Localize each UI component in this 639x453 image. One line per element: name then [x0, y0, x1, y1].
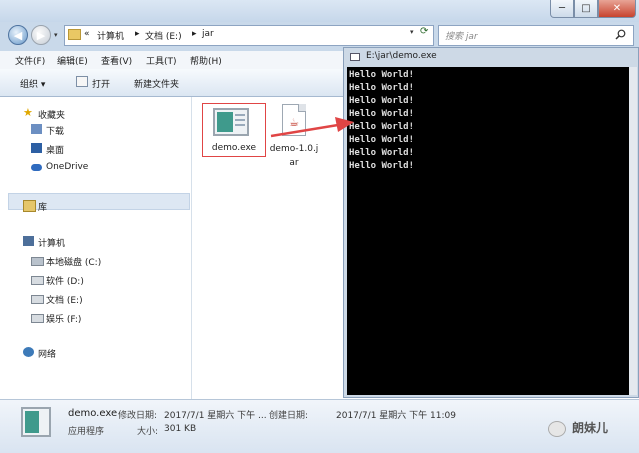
library-icon: [23, 200, 36, 212]
minimize-button[interactable]: ─: [550, 0, 574, 18]
sidebar-item-favorites[interactable]: ★ 收藏夹: [0, 106, 192, 121]
sidebar-item-libraries[interactable]: 库: [0, 198, 192, 213]
sidebar-item-label: 计算机: [38, 239, 66, 249]
file-name-line1: demo-1.0.j: [269, 144, 319, 154]
details-modified-label: 修改日期:: [118, 411, 158, 421]
sidebar-item-label: 娱乐 (F:): [46, 315, 82, 325]
maximize-button[interactable]: □: [574, 0, 598, 18]
jar-icon-fold: [298, 104, 306, 112]
breadcrumb-jar[interactable]: jar: [202, 29, 214, 39]
breadcrumb-separator[interactable]: ▸: [135, 29, 140, 39]
sidebar-item-drive-e[interactable]: 文档 (E:): [0, 291, 192, 306]
exe-icon-screen: [217, 112, 233, 132]
address-bar[interactable]: « 计算机 ▸ 文档 (E:) ▸ jar: [64, 25, 434, 46]
star-icon: ★: [23, 106, 33, 119]
sidebar-item-drive-d[interactable]: 软件 (D:): [0, 272, 192, 287]
sidebar-item-label: OneDrive: [46, 162, 89, 172]
sidebar-item-drive-c[interactable]: 本地磁盘 (C:): [0, 253, 192, 268]
sidebar-item-computer[interactable]: 计算机: [0, 234, 192, 249]
console-icon: [350, 53, 360, 61]
file-name: demo.exe: [211, 143, 257, 153]
search-input[interactable]: 搜索 jar: [438, 25, 634, 46]
details-file-name: demo.exe: [68, 408, 118, 419]
console-title: E:\jar\demo.exe: [366, 51, 437, 61]
desktop-icon: [31, 143, 42, 153]
computer-icon: [23, 236, 34, 246]
drive-icon: [31, 295, 44, 304]
annotation-arrow: [270, 117, 354, 138]
sidebar-item-downloads[interactable]: 下载: [0, 122, 192, 137]
sidebar-item-drive-f[interactable]: 娱乐 (F:): [0, 310, 192, 325]
menu-file[interactable]: 文件(F): [15, 54, 45, 67]
address-dropdown[interactable]: ▾: [410, 28, 414, 36]
back-button[interactable]: ◀: [8, 25, 28, 45]
details-modified-value: 2017/7/1 星期六 下午 ...: [164, 411, 267, 421]
sidebar-item-network[interactable]: 网络: [0, 345, 192, 360]
sidebar-item-label: 收藏夹: [38, 111, 66, 121]
console-scrollbar[interactable]: [629, 67, 637, 395]
drive-icon: [31, 276, 44, 285]
downloads-icon: [31, 124, 42, 134]
sidebar-item-label: 文档 (E:): [46, 296, 83, 306]
breadcrumb-separator[interactable]: ▸: [192, 29, 197, 39]
sidebar-item-onedrive[interactable]: OneDrive: [0, 160, 192, 175]
forward-button[interactable]: ▶: [31, 25, 51, 45]
sidebar-item-desktop[interactable]: 桌面: [0, 141, 192, 156]
menu-tools[interactable]: 工具(T): [146, 54, 177, 67]
sidebar-item-label: 桌面: [46, 146, 65, 156]
details-created-label: 创建日期:: [269, 411, 309, 421]
title-bar: [0, 0, 639, 22]
breadcrumb-computer[interactable]: 计算机: [97, 29, 124, 42]
cloud-icon: [31, 164, 42, 171]
search-placeholder: 搜索 jar: [445, 32, 478, 42]
file-item-demo-jar[interactable]: demo-1.0.j ar: [267, 142, 321, 170]
wechat-logo-icon: [548, 421, 566, 437]
sidebar-item-label: 下载: [46, 127, 65, 137]
sidebar-item-label: 库: [38, 203, 48, 213]
menu-view[interactable]: 查看(V): [101, 54, 132, 67]
recent-pages-dropdown[interactable]: ▾: [54, 31, 58, 39]
exe-icon-screen: [25, 411, 39, 433]
open-button[interactable]: 打开: [92, 77, 110, 90]
breadcrumb-drive-e[interactable]: 文档 (E:): [145, 29, 182, 42]
close-button[interactable]: ✕: [598, 0, 636, 18]
menu-edit[interactable]: 编辑(E): [57, 54, 88, 67]
folder-icon: [68, 29, 81, 40]
new-folder-button[interactable]: 新建文件夹: [134, 77, 179, 90]
sidebar-item-label: 网络: [38, 350, 57, 360]
details-created-value: 2017/7/1 星期六 下午 11:09: [336, 411, 456, 421]
menu-help[interactable]: 帮助(H): [190, 54, 222, 67]
breadcrumb-overflow[interactable]: «: [84, 29, 90, 39]
console-output: Hello World! Hello World! Hello World! H…: [349, 70, 415, 171]
exe-icon-lines: [235, 114, 245, 128]
file-name-line2: ar: [289, 158, 299, 168]
drive-icon: [31, 257, 44, 266]
watermark-text: 朗妹儿: [572, 421, 609, 435]
sidebar-item-label: 本地磁盘 (C:): [46, 258, 102, 268]
refresh-icon[interactable]: ⟳: [420, 26, 434, 42]
open-icon: [76, 76, 88, 87]
details-file-type: 应用程序: [68, 427, 105, 437]
details-size-value: 301 KB: [164, 424, 197, 434]
search-icon[interactable]: [615, 29, 626, 40]
network-icon: [23, 347, 34, 357]
details-size-label: 大小:: [137, 427, 159, 437]
drive-icon: [31, 314, 44, 323]
organize-button[interactable]: 组织 ▾: [20, 77, 45, 90]
sidebar-item-label: 软件 (D:): [46, 277, 84, 287]
